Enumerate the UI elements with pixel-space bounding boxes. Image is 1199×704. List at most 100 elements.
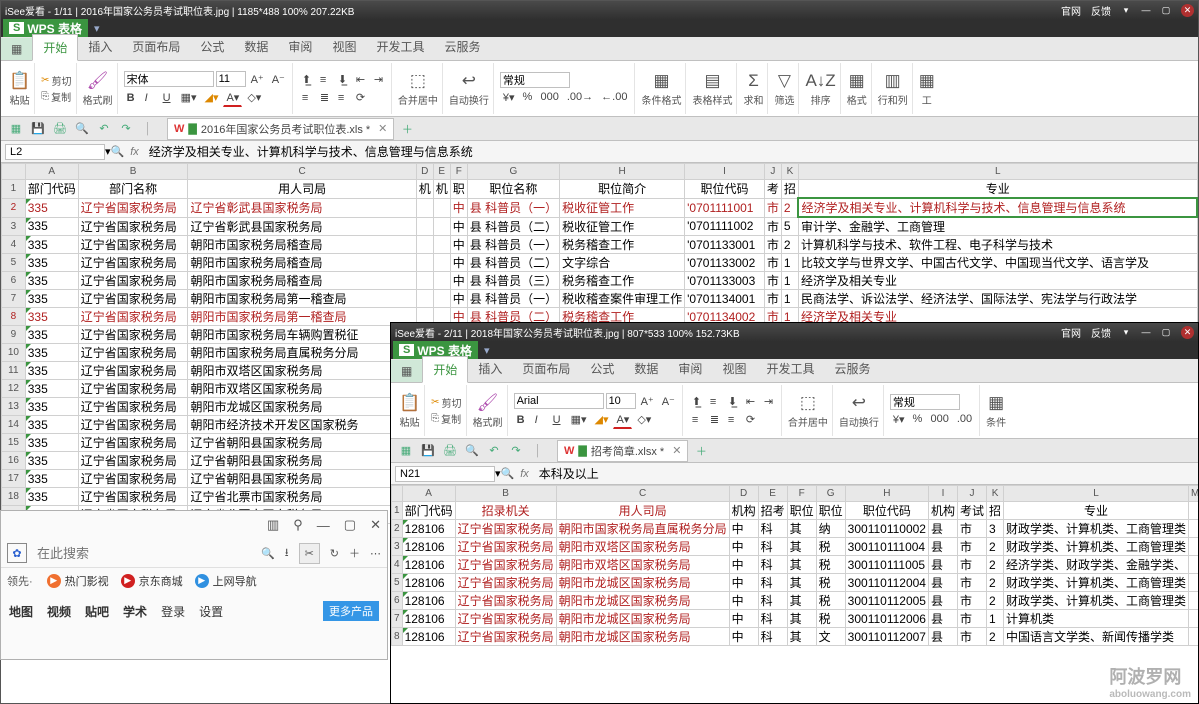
cell[interactable]: 辽宁省彰武县国家税务局: [188, 217, 416, 236]
align-right-icon[interactable]: ≡: [335, 90, 351, 106]
tab-file-1[interactable]: ▦: [1, 38, 32, 60]
cell[interactable]: 辽宁省彰武县国家税务局: [188, 198, 416, 217]
cell[interactable]: 中: [450, 236, 467, 254]
cell[interactable]: [416, 217, 433, 236]
cell[interactable]: [416, 290, 433, 308]
format-icon[interactable]: ▦: [849, 71, 865, 91]
cell[interactable]: 辽宁省朝阳县国家税务局: [188, 452, 416, 470]
cell[interactable]: 300110112004: [845, 574, 928, 592]
cell[interactable]: 335: [25, 326, 78, 344]
cell[interactable]: 1: [781, 290, 798, 308]
col-hdr[interactable]: D: [729, 486, 758, 502]
cell[interactable]: 税: [816, 574, 845, 592]
col-hdr[interactable]: F: [450, 164, 467, 180]
cell[interactable]: 县: [928, 574, 957, 592]
cell[interactable]: 2: [781, 198, 798, 217]
header-cell[interactable]: 机构: [729, 502, 758, 520]
cell[interactable]: 辽宁省国家税务局: [78, 217, 188, 236]
cell[interactable]: [433, 198, 450, 217]
cell[interactable]: 县: [928, 610, 957, 628]
search-input[interactable]: [37, 546, 251, 561]
cell[interactable]: 辽宁省国家税务局: [455, 538, 556, 556]
cell[interactable]: 市: [958, 556, 987, 574]
align-mid-icon[interactable]: ≡: [317, 72, 333, 88]
cell[interactable]: 2: [781, 236, 798, 254]
ws-icon[interactable]: ▦: [919, 71, 935, 91]
cell[interactable]: 税: [816, 592, 845, 610]
close-icon-3[interactable]: ✕: [370, 517, 381, 533]
col-hdr[interactable]: I: [928, 486, 957, 502]
header-cell[interactable]: 职位代码: [845, 502, 928, 520]
cell[interactable]: 辽宁省国家税务局: [78, 326, 188, 344]
header-cell[interactable]: 用人司局: [556, 502, 729, 520]
header-cell[interactable]: 职位: [787, 502, 816, 520]
cell[interactable]: [433, 217, 450, 236]
menu-tab[interactable]: 公式: [190, 34, 234, 60]
cell[interactable]: 县: [928, 538, 957, 556]
cell[interactable]: 市: [958, 592, 987, 610]
cell[interactable]: 128106: [402, 592, 455, 610]
col-hdr[interactable]: I: [685, 164, 765, 180]
cell[interactable]: [416, 254, 433, 272]
cell[interactable]: 市: [764, 217, 781, 236]
cell[interactable]: 比较文学与世界文学、中国古代文学、中国现当代文学、语言学及: [798, 254, 1197, 272]
align-left-icon[interactable]: ≡: [299, 90, 315, 106]
col-hdr[interactable]: B: [455, 486, 556, 502]
menu-tab[interactable]: 页面布局: [512, 356, 580, 382]
header-cell[interactable]: 用人司局: [188, 180, 416, 199]
cell[interactable]: 文: [816, 628, 845, 646]
cell[interactable]: 财政学类、计算机类、工商管理类: [1004, 592, 1189, 610]
cell[interactable]: 335: [25, 452, 78, 470]
nav-link[interactable]: 学术: [123, 603, 147, 620]
cell[interactable]: 辽宁省国家税务局: [78, 470, 188, 488]
cell[interactable]: 税收征管工作: [560, 217, 685, 236]
minimize-icon-2[interactable]: —: [1141, 327, 1151, 337]
wrap-icon-2[interactable]: ↩: [852, 393, 866, 413]
dec-inc-icon[interactable]: .00→: [564, 89, 596, 105]
cell[interactable]: 县 科普员（二）: [467, 217, 559, 236]
copy-icon-2[interactable]: ⎘: [431, 413, 439, 424]
cell[interactable]: 市: [764, 236, 781, 254]
maximize-icon-2[interactable]: ▢: [1161, 327, 1171, 337]
cell[interactable]: [416, 236, 433, 254]
qat-undo-icon[interactable]: ↶: [95, 120, 113, 138]
cell[interactable]: 辽宁省国家税务局: [78, 434, 188, 452]
cell[interactable]: 朝阳市国家税务局车辆购置税征: [188, 326, 416, 344]
cell[interactable]: 中: [450, 254, 467, 272]
header-cell[interactable]: 招: [781, 180, 798, 199]
cell[interactable]: 中: [729, 574, 758, 592]
cell[interactable]: 1: [781, 272, 798, 290]
cell[interactable]: 辽宁省国家税务局: [78, 362, 188, 380]
cell[interactable]: 财政学类、计算机类、工商管理类: [1004, 574, 1189, 592]
cell[interactable]: 其: [787, 520, 816, 538]
header-cell[interactable]: 机构: [928, 502, 957, 520]
cell[interactable]: 中: [729, 556, 758, 574]
cell[interactable]: 335: [25, 308, 78, 326]
cell[interactable]: 朝阳市国家税务局直属税务分局: [556, 520, 729, 538]
workbook-tab-1[interactable]: W▇2016年国家公务员考试职位表.xls *✕: [167, 118, 394, 140]
cell[interactable]: 辽宁省国家税务局: [455, 592, 556, 610]
indent-inc-icon[interactable]: ⇥: [371, 71, 387, 88]
cell[interactable]: 县: [928, 556, 957, 574]
cell[interactable]: 辽宁省国家税务局: [78, 344, 188, 362]
header-cell[interactable]: 专业: [798, 180, 1197, 199]
header-cell[interactable]: 职位代码: [685, 180, 765, 199]
cell[interactable]: 科: [758, 556, 787, 574]
filter-icon[interactable]: ▽: [778, 71, 791, 91]
cell[interactable]: 计算机类: [1004, 610, 1189, 628]
cell[interactable]: [416, 272, 433, 290]
cell[interactable]: 其: [787, 538, 816, 556]
cell[interactable]: 辽宁省国家税务局: [78, 452, 188, 470]
cell[interactable]: 335: [25, 362, 78, 380]
cell[interactable]: 税: [816, 610, 845, 628]
font-inc-icon[interactable]: A⁺: [248, 71, 267, 88]
menu-tab[interactable]: 页面布局: [122, 34, 190, 60]
col-hdr[interactable]: A: [402, 486, 455, 502]
menu-tab[interactable]: 插入: [468, 356, 512, 382]
col-hdr[interactable]: G: [816, 486, 845, 502]
cell[interactable]: 科: [758, 574, 787, 592]
cell[interactable]: 2: [987, 556, 1004, 574]
cell[interactable]: [433, 254, 450, 272]
nav-link[interactable]: 视频: [47, 603, 71, 620]
cell[interactable]: 335: [25, 217, 78, 236]
